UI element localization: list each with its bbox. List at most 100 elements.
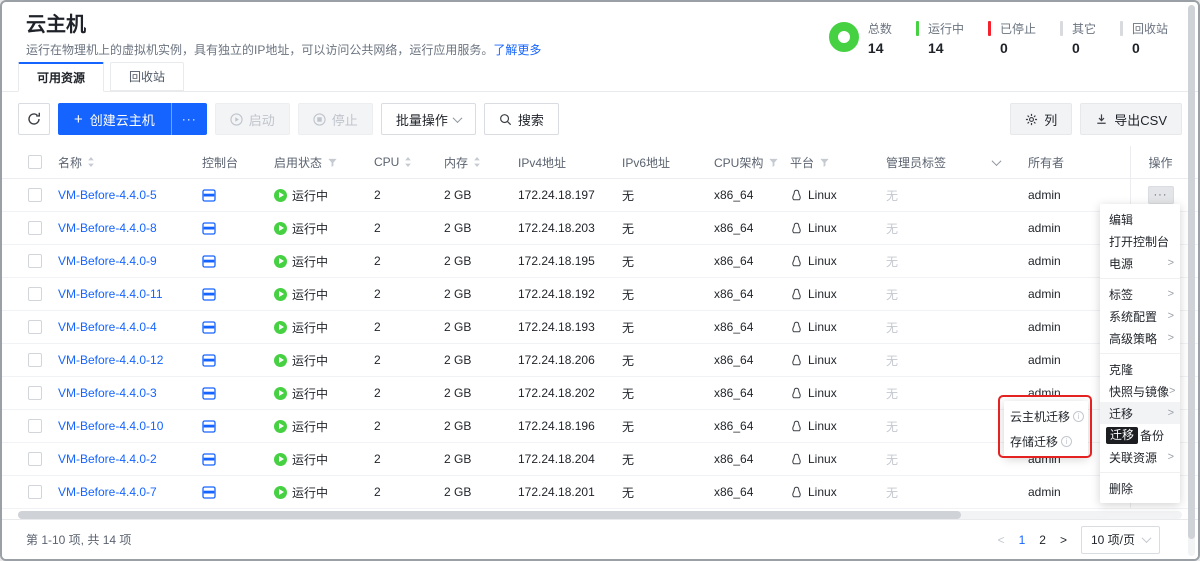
row-checkbox[interactable] (28, 287, 42, 301)
console-icon[interactable] (202, 288, 216, 301)
header-cell-arch[interactable]: CPU架构 (714, 146, 790, 178)
console-icon[interactable] (202, 387, 216, 400)
page-2-button[interactable]: 2 (1039, 533, 1046, 547)
vm-name-link[interactable]: VM-Before-4.4.0-4 (58, 320, 157, 334)
row-actions-button[interactable]: ··· (1148, 186, 1174, 204)
columns-button[interactable]: 列 (1010, 103, 1072, 135)
vm-name-link[interactable]: VM-Before-4.4.0-7 (58, 485, 157, 499)
cell-arch: x86_64 (714, 179, 790, 211)
cell-cpu: 2 (374, 443, 444, 475)
vm-name-link[interactable]: VM-Before-4.4.0-2 (58, 452, 157, 466)
menu-item[interactable]: 快照与镜像 > (1100, 380, 1180, 402)
vm-name-link[interactable]: VM-Before-4.4.0-9 (58, 254, 157, 268)
status-text: 运行中 (292, 352, 328, 369)
cell-admin-tag: 无 (886, 212, 1028, 244)
menu-item-label: 系统配置 (1109, 308, 1157, 325)
menu-item[interactable]: 高级策略 > (1100, 327, 1180, 349)
vm-name-link[interactable]: VM-Before-4.4.0-3 (58, 386, 157, 400)
header-cell-status[interactable]: 启用状态 (274, 146, 374, 178)
row-checkbox[interactable] (28, 320, 42, 334)
menu-item[interactable]: 电源 > (1100, 252, 1180, 274)
filter-icon[interactable] (819, 157, 830, 168)
prev-page-button[interactable]: < (998, 533, 1005, 547)
row-checkbox[interactable] (28, 419, 42, 433)
console-icon[interactable] (202, 453, 216, 466)
start-button[interactable]: 启动 (215, 103, 290, 135)
stat-item-text: 回收站 0 (1132, 20, 1168, 56)
vm-name-link[interactable]: VM-Before-4.4.0-5 (58, 188, 157, 202)
console-icon[interactable] (202, 189, 216, 202)
sort-icon[interactable] (404, 156, 412, 168)
header-cell-memory[interactable]: 内存 (444, 146, 518, 178)
horizontal-scrollbar[interactable] (18, 511, 1182, 519)
status-text: 运行中 (292, 319, 328, 336)
vm-name-link[interactable]: VM-Before-4.4.0-10 (58, 419, 163, 433)
select-all-checkbox[interactable] (28, 155, 42, 169)
header-cell-name[interactable]: 名称 (58, 146, 202, 178)
row-checkbox[interactable] (28, 188, 42, 202)
next-page-button[interactable]: > (1060, 533, 1067, 547)
search-button[interactable]: 搜索 (484, 103, 559, 135)
console-icon[interactable] (202, 420, 216, 433)
stop-button[interactable]: 停止 (298, 103, 373, 135)
submenu-arrow-icon: > (1168, 332, 1174, 344)
filter-icon[interactable] (327, 157, 338, 168)
header-cell-cpu[interactable]: CPU (374, 146, 444, 178)
console-icon[interactable] (202, 255, 216, 268)
row-checkbox[interactable] (28, 221, 42, 235)
refresh-button[interactable] (18, 103, 50, 135)
sort-icon[interactable] (87, 156, 95, 168)
vertical-scrollbar[interactable] (1188, 5, 1195, 556)
status-text: 运行中 (292, 385, 328, 402)
vertical-scrollbar-thumb[interactable] (1188, 5, 1195, 539)
cell-memory: 2 GB (444, 410, 518, 442)
row-checkbox[interactable] (28, 485, 42, 499)
filter-icon[interactable] (768, 157, 779, 168)
cell-status: 运行中 (274, 212, 374, 244)
menu-item[interactable]: 关联资源 > (1100, 446, 1180, 468)
header-cell-admin-tag[interactable]: 管理员标签 (886, 146, 1028, 178)
stat-label: 回收站 (1132, 20, 1168, 37)
header-label-ipv6: IPv6地址 (622, 154, 670, 171)
create-vm-more-button[interactable]: ··· (171, 103, 207, 135)
row-checkbox[interactable] (28, 452, 42, 466)
menu-item[interactable]: 系统配置 > (1100, 305, 1180, 327)
status-text: 运行中 (292, 484, 328, 501)
console-icon[interactable] (202, 486, 216, 499)
stat-value: 0 (1072, 40, 1096, 56)
row-checkbox[interactable] (28, 254, 42, 268)
tab-recycle-bin[interactable]: 回收站 (110, 62, 184, 91)
horizontal-scrollbar-thumb[interactable] (18, 511, 961, 519)
page-1-button[interactable]: 1 (1019, 533, 1026, 547)
vm-name-link[interactable]: VM-Before-4.4.0-8 (58, 221, 157, 235)
tab-available-resources[interactable]: 可用资源 (18, 62, 104, 92)
menu-item[interactable]: 克隆 > (1100, 358, 1180, 380)
menu-item[interactable]: 打开控制台 > (1100, 230, 1180, 252)
vm-name-link[interactable]: VM-Before-4.4.0-12 (58, 353, 163, 367)
vm-name-link[interactable]: VM-Before-4.4.0-11 (58, 287, 163, 301)
console-icon[interactable] (202, 321, 216, 334)
sort-icon[interactable] (473, 156, 481, 168)
menu-item[interactable]: 迁移 > (1100, 402, 1180, 424)
row-checkbox[interactable] (28, 353, 42, 367)
cell-status: 运行中 (274, 377, 374, 409)
create-vm-button[interactable]: + 创建云主机 (58, 103, 171, 135)
console-icon[interactable] (202, 222, 216, 235)
page-size-select[interactable]: 10 项/页 (1081, 526, 1160, 554)
batch-actions-button[interactable]: 批量操作 (381, 103, 476, 135)
menu-item[interactable]: 编辑 > (1100, 208, 1180, 230)
row-checkbox[interactable] (28, 386, 42, 400)
learn-more-link[interactable]: 了解更多 (493, 43, 541, 57)
menu-item[interactable]: 删除 > (1100, 477, 1180, 499)
menu-item[interactable]: 迁移 备份 > (1100, 424, 1180, 446)
console-icon[interactable] (202, 354, 216, 367)
menu-row-wrap: 迁移 > (1100, 402, 1180, 424)
submenu-item[interactable]: 存储迁移 i (1004, 429, 1088, 454)
header-cell-platform[interactable]: 平台 (790, 146, 886, 178)
stat-value: 0 (1132, 40, 1168, 56)
menu-item[interactable]: 标签 > (1100, 283, 1180, 305)
submenu-item[interactable]: 云主机迁移 i (1004, 404, 1088, 429)
chevron-down-icon[interactable] (992, 156, 1002, 166)
cell-checkbox (18, 344, 58, 376)
export-csv-button[interactable]: 导出CSV (1080, 103, 1182, 135)
